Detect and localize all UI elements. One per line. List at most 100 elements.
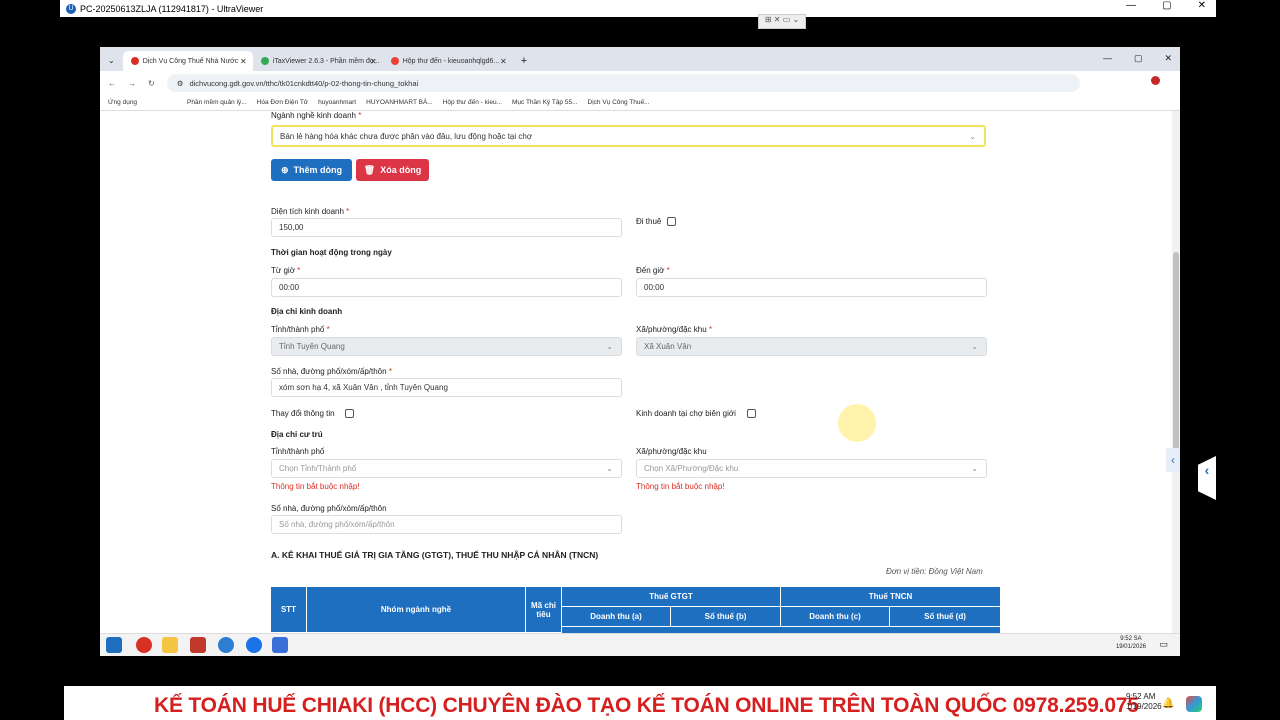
tab-favicon-icon xyxy=(260,57,269,65)
calculator-icon[interactable] xyxy=(272,637,288,653)
xa-label: Xã/phường/đặc khu * xyxy=(636,325,713,334)
bookmark-item[interactable]: Hóa Đơn Điện Tử xyxy=(257,99,309,106)
bookmark-item[interactable]: Dịch Vụ Công Thuế... xyxy=(588,99,650,106)
ultraviewer-logo-icon: U xyxy=(66,3,76,14)
browser-close-icon[interactable]: ✕ xyxy=(1164,53,1172,64)
colorful-app-icon[interactable] xyxy=(1186,696,1202,712)
tab-label: iTaxViewer 2.6.3 - Phần mềm đọ... xyxy=(272,57,380,65)
ultraviewer-side-tab-icon[interactable]: ‹ xyxy=(1198,456,1216,500)
cho-bien-gioi-label: Kinh doanh tại chợ biên giới xyxy=(636,409,736,418)
dien-tich-input[interactable]: 150,00 xyxy=(271,218,622,237)
dia-chi-cu-tru-heading: Địa chỉ cư trú xyxy=(271,430,323,439)
url-text: dichvucong.gdt.gov.vn/tthc/tk01cnkdtt40/… xyxy=(189,78,419,88)
new-tab-icon[interactable]: + xyxy=(521,55,527,67)
bookmark-item[interactable]: Hộp thư đến - kieu... xyxy=(443,99,502,106)
di-thue-checkbox[interactable] xyxy=(667,217,676,226)
tab-search-icon[interactable]: ⌄ xyxy=(108,56,115,65)
tab-label: Hộp thư đến - kieuoanhqlgd6... xyxy=(402,57,500,65)
app-icon[interactable] xyxy=(190,637,206,653)
minimize-icon[interactable]: — xyxy=(1126,0,1136,11)
bookmark-item[interactable]: HUYOANHMART BÁ... xyxy=(366,99,433,106)
bookmark-item[interactable]: huyoanhmart xyxy=(318,99,356,106)
section-a-heading: A. KÊ KHAI THUẾ GIÁ TRỊ GIA TĂNG (GTGT),… xyxy=(271,550,599,560)
remote-screen: ⌄ Dịch Vụ Công Thuế Nhà Nước ✕ iTaxViewe… xyxy=(100,47,1180,633)
reload-icon[interactable]: ↻ xyxy=(148,79,155,88)
ct-xa-select[interactable]: Chọn Xã/Phường/Đặc khu ⌄ xyxy=(636,459,987,478)
banner-text: KẾ TOÁN HUẾ CHIAKI (HCC) CHUYÊN ĐÀO TẠO … xyxy=(154,694,1139,717)
ultraviewer-taskbar-icon[interactable] xyxy=(246,637,262,653)
th-ma-chi-tieu: Mã chỉ tiêu xyxy=(526,587,562,633)
notification-bell-icon[interactable]: 🔔 xyxy=(1162,698,1174,709)
tab-gmail[interactable]: Hộp thư đến - kieuoanhqlgd6... ✕ xyxy=(383,51,513,71)
back-icon[interactable]: ← xyxy=(108,79,116,88)
add-row-button[interactable]: ⊕ Thêm dòng xyxy=(271,159,352,181)
cho-bien-gioi-checkbox[interactable] xyxy=(747,409,756,418)
ct-tinh-error: Thông tin bắt buộc nhập! xyxy=(271,482,360,491)
nganh-nghe-label: Ngành nghề kinh doanh * xyxy=(271,111,362,120)
tu-gio-label: Từ giờ * xyxy=(271,266,301,275)
don-vi-tien: Đơn vị tiền: Đồng Việt Nam xyxy=(886,567,983,576)
browser-maximize-icon[interactable]: ▢ xyxy=(1134,53,1143,64)
site-info-icon[interactable]: ⚙ xyxy=(177,79,184,88)
bookmark-item[interactable]: Mục Thần Ký Tập 55... xyxy=(512,99,578,106)
tax-table-header: STT Nhóm ngành nghề Mã chỉ tiêu Thuế GTG… xyxy=(271,587,1000,633)
bookmark-item[interactable]: Ứng dụng xyxy=(108,99,137,106)
th-thue-gtgt: Thuế GTGT xyxy=(562,587,781,607)
thoi-gian-heading: Thời gian hoạt động trong ngày xyxy=(271,248,392,257)
dia-chi-kd-heading: Địa chỉ kinh doanh xyxy=(271,307,343,316)
tab-favicon-icon xyxy=(130,57,139,65)
tab-close-icon[interactable]: ✕ xyxy=(500,57,507,66)
url-field[interactable]: ⚙ dichvucong.gdt.gov.vn/tthc/tk01cnkdtt4… xyxy=(166,74,1080,92)
maximize-icon[interactable]: ▢ xyxy=(1162,0,1171,11)
forward-icon[interactable]: → xyxy=(128,79,136,88)
dien-tich-label: Diện tích kinh doanh * xyxy=(271,207,350,216)
ct-so-nha-input[interactable]: Số nhà, đường phố/xóm/ấp/thôn xyxy=(271,515,622,534)
th-doanh-thu-a: Doanh thu (a) xyxy=(562,607,671,627)
chevron-down-icon: ⌄ xyxy=(971,342,978,351)
ultraviewer-toolbar[interactable]: ⊞ ✕ ▭ ⌄ xyxy=(758,14,806,29)
windows-start-icon[interactable] xyxy=(106,637,122,653)
side-panel-toggle-icon[interactable]: ‹ xyxy=(1166,448,1180,472)
cursor-highlight xyxy=(838,404,876,442)
chevron-down-icon: ⌄ xyxy=(971,464,978,473)
di-thue-label: Đi thuê xyxy=(636,217,662,226)
den-gio-label: Đến giờ * xyxy=(636,266,670,275)
ultraviewer-title-bar: U PC-20250613ZLJA (112941817) - UltraVie… xyxy=(60,0,1216,17)
thay-doi-label: Thay đổi thông tin xyxy=(271,409,335,418)
thay-doi-checkbox[interactable] xyxy=(345,409,354,418)
th-so-thue-b: Số thuế (b) xyxy=(671,607,781,627)
tab-close-icon[interactable]: ✕ xyxy=(240,57,247,66)
remote-taskbar: 9:52 SA 19/01/2026 ▭ xyxy=(100,633,1180,656)
nganh-nghe-select[interactable]: Bán lẻ hàng hóa khác chưa được phân vào … xyxy=(271,125,986,147)
th-thue-tncn: Thuế TNCN xyxy=(781,587,1000,607)
th-so-thue-d: Số thuế (d) xyxy=(890,607,1000,627)
browser-tab-strip: ⌄ Dịch Vụ Công Thuế Nhà Nước ✕ iTaxViewe… xyxy=(100,47,1180,71)
ct-tinh-select[interactable]: Chọn Tỉnh/Thành phố ⌄ xyxy=(271,459,622,478)
close-icon[interactable]: ✕ xyxy=(1198,0,1206,11)
chevron-down-icon: ⌄ xyxy=(606,464,613,473)
so-nha-label: Số nhà, đường phố/xóm/ấp/thôn * xyxy=(271,367,392,376)
browser-minimize-icon[interactable]: — xyxy=(1103,53,1112,64)
tab-itaxviewer[interactable]: iTaxViewer 2.6.3 - Phần mềm đọ... ✕ xyxy=(253,51,383,71)
scrollbar-thumb[interactable] xyxy=(1173,252,1179,452)
file-explorer-icon[interactable] xyxy=(162,637,178,653)
chat-app-icon[interactable] xyxy=(218,637,234,653)
trash-icon: 🗑 xyxy=(363,164,376,175)
ct-so-nha-label: Số nhà, đường phố/xóm/ấp/thôn xyxy=(271,504,387,513)
bookmarks-bar: Ứng dụng Phần mềm quản lý... Hóa Đơn Điệ… xyxy=(100,95,1180,111)
den-gio-input[interactable]: 00:00 xyxy=(636,278,987,297)
xa-select[interactable]: Xã Xuân Vân ⌄ xyxy=(636,337,987,356)
chrome-icon[interactable] xyxy=(136,637,152,653)
profile-avatar[interactable] xyxy=(1151,76,1160,85)
bookmark-item[interactable]: Phần mềm quản lý... xyxy=(187,99,247,106)
th-stt: STT xyxy=(271,587,307,633)
tab-close-icon[interactable]: ✕ xyxy=(370,57,377,66)
delete-row-button[interactable]: 🗑 Xóa dòng xyxy=(356,159,429,181)
tinh-select[interactable]: Tỉnh Tuyên Quang ⌄ xyxy=(271,337,622,356)
tu-gio-input[interactable]: 00:00 xyxy=(271,278,622,297)
so-nha-input[interactable]: xóm sơn hạ 4, xã Xuân Vân , tỉnh Tuyên Q… xyxy=(271,378,622,397)
local-clock: 9:52 AM 1/19/2026 xyxy=(1126,692,1162,711)
notification-icon[interactable]: ▭ xyxy=(1159,639,1168,650)
tab-dichvucong[interactable]: Dịch Vụ Công Thuế Nhà Nước ✕ xyxy=(122,51,253,71)
chevron-down-icon: ⌄ xyxy=(606,342,613,351)
